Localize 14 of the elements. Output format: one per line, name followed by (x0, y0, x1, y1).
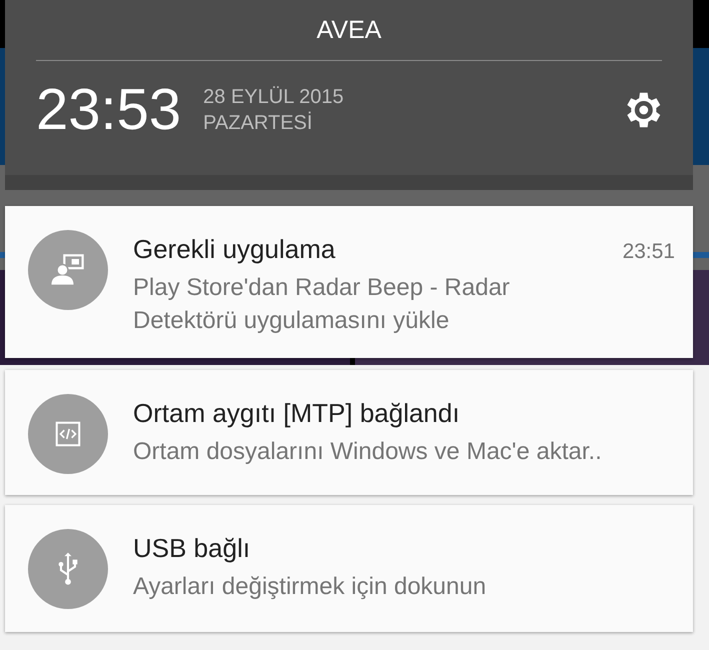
notification-text: Play Store'dan Radar Beep - Radar Detektörü uygulamasını yükle (133, 273, 511, 336)
notification-title: Gerekli uygulama (133, 234, 336, 265)
weekday: PAZARTESİ (203, 110, 314, 136)
date: 28 EYLÜL 2015 (203, 85, 344, 110)
notification-title: Ortam aygıtı [MTP] bağlandı (133, 398, 460, 429)
notification-text: Ortam dosyalarını Windows ve Mac'e aktar.. (133, 437, 603, 467)
notification-time: 23:51 (622, 240, 675, 264)
notification-card[interactable]: Gerekli uygulama 23:51 Play Store'dan Radar Beep - Radar Detektörü uygulamasını yükle (5, 206, 693, 358)
notification-title: USB bağlı (133, 533, 250, 564)
notification-card[interactable]: Ortam aygıtı [MTP] bağlandı Ortam dosyalarını Windows ve Mac'e aktar.. (5, 370, 693, 495)
notification-text: Ayarları değiştirmek için dokunun (133, 572, 488, 602)
notification-card[interactable]: USB bağlı Ayarları değiştirmek için dokunun (5, 505, 693, 632)
carrier-name: AVEA (316, 15, 382, 44)
clock: 23:53 (36, 81, 182, 139)
